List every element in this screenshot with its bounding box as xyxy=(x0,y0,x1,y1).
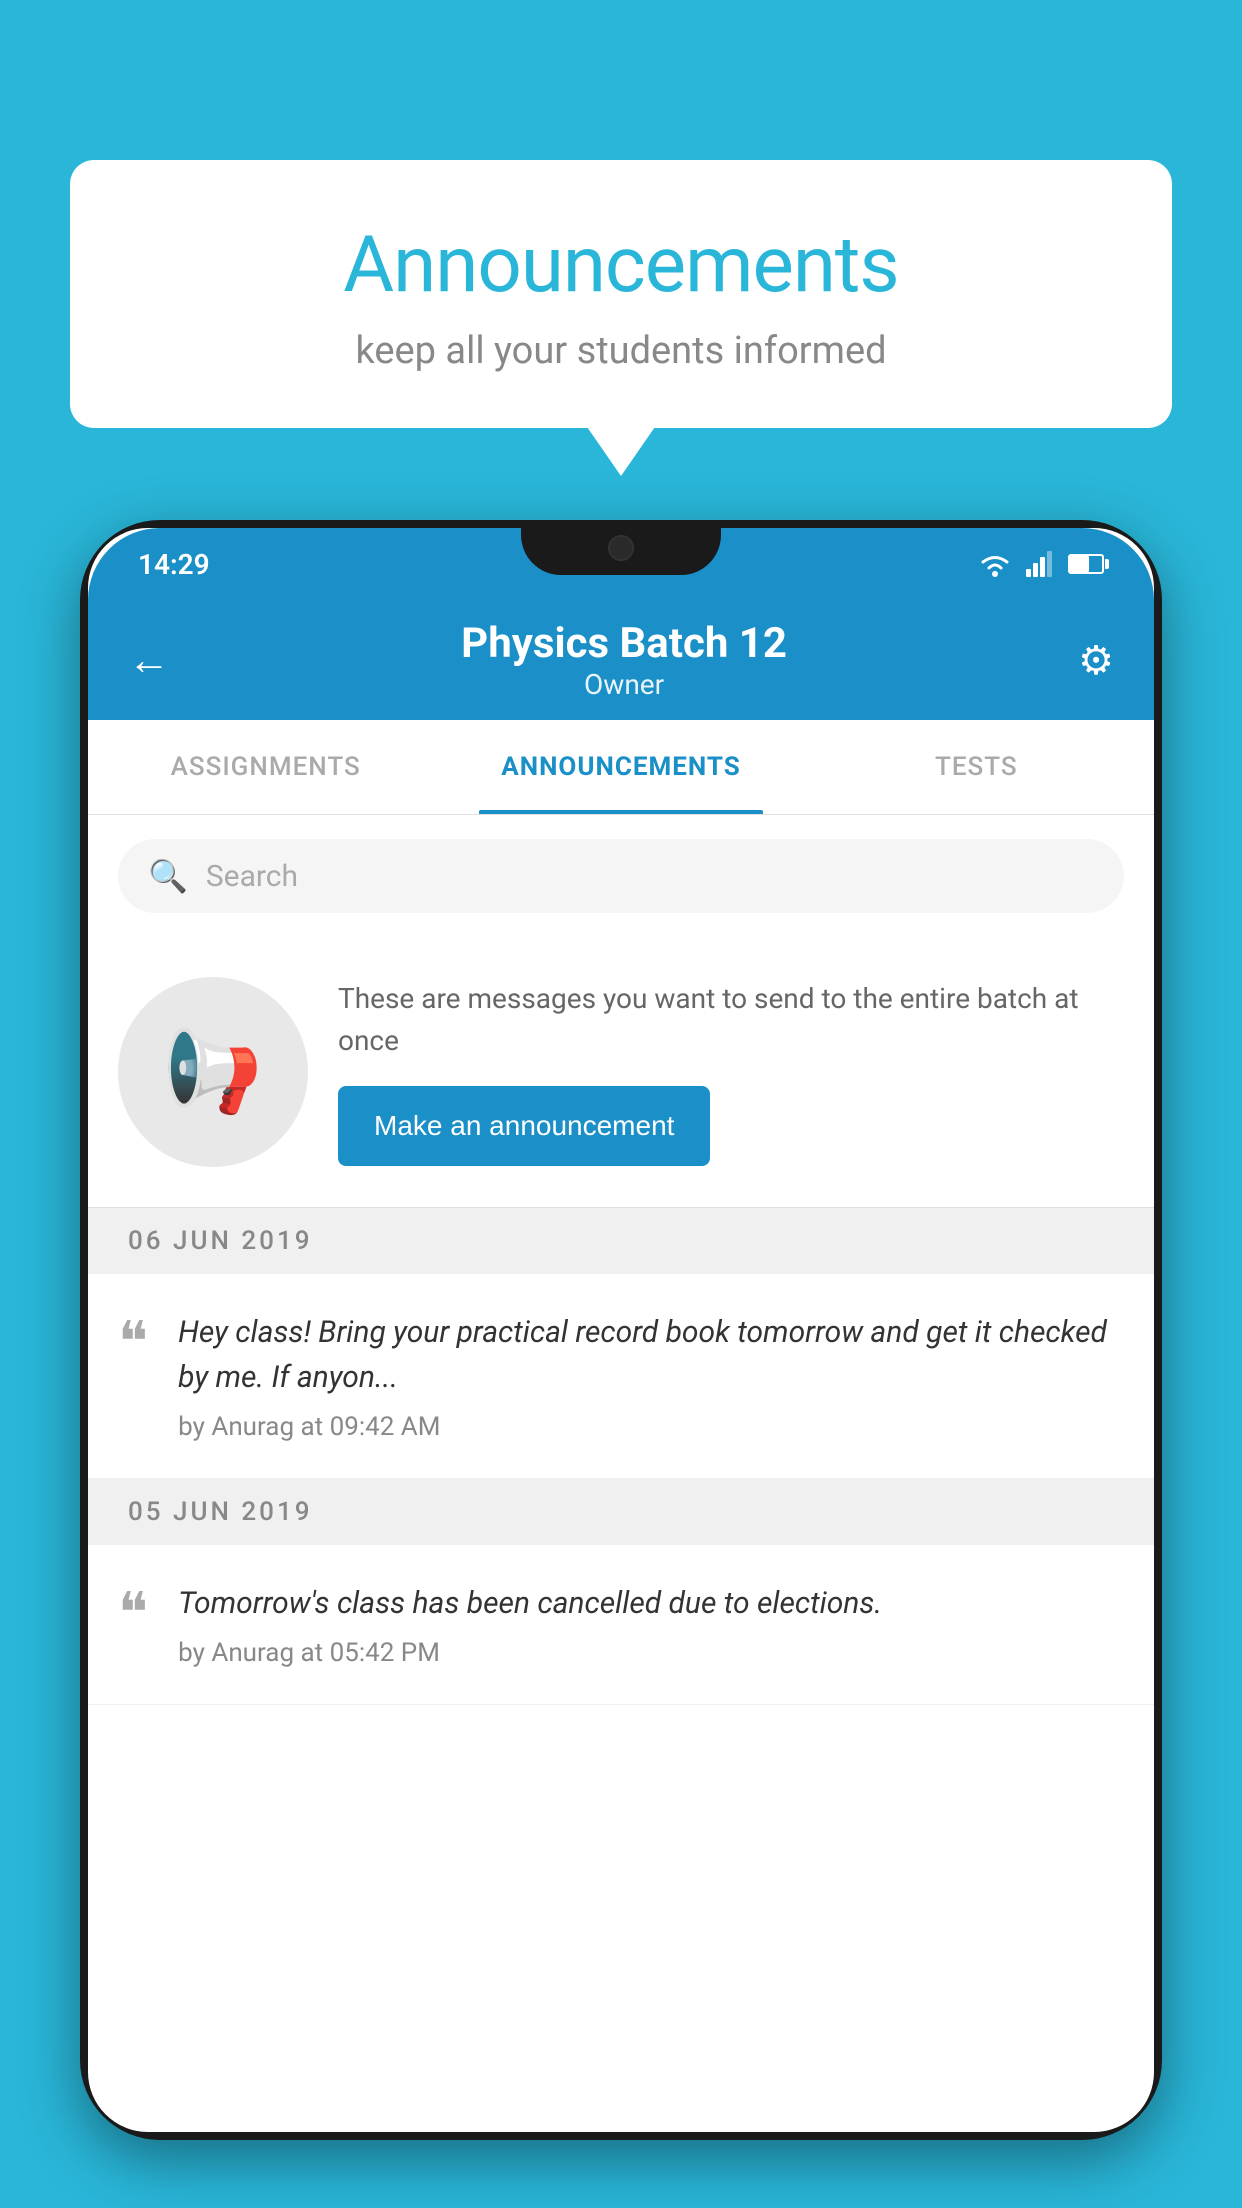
back-button[interactable]: ← xyxy=(128,636,170,685)
app-bar-title-section: Physics Batch 12 Owner xyxy=(200,619,1048,701)
phone-frame: 14:29 xyxy=(80,520,1162,2140)
battery-icon xyxy=(1068,554,1104,574)
tab-bar: ASSIGNMENTS ANNOUNCEMENTS TESTS xyxy=(88,720,1154,815)
announcement-item-2: ❝ Tomorrow's class has been cancelled du… xyxy=(88,1545,1154,1705)
speech-bubble-subtitle: keep all your students informed xyxy=(150,329,1092,373)
tab-tests[interactable]: TESTS xyxy=(799,720,1154,814)
search-container: 🔍 Search xyxy=(88,815,1154,937)
status-time: 14:29 xyxy=(138,548,210,581)
search-icon: 🔍 xyxy=(148,857,188,895)
announcement-message-1: Hey class! Bring your practical record b… xyxy=(178,1310,1124,1400)
speech-bubble-title: Announcements xyxy=(150,220,1092,311)
settings-icon[interactable]: ⚙ xyxy=(1078,637,1114,684)
phone-container: 14:29 xyxy=(80,520,1162,2208)
announcement-message-2: Tomorrow's class has been cancelled due … xyxy=(178,1581,1124,1626)
announcement-text-2: Tomorrow's class has been cancelled due … xyxy=(178,1581,1124,1668)
date-separator-1: 06 JUN 2019 xyxy=(88,1208,1154,1274)
phone-camera xyxy=(608,535,634,561)
promo-icon-circle: 📢 xyxy=(118,977,308,1167)
phone-notch xyxy=(521,520,721,575)
announcement-meta-2: by Anurag at 05:42 PM xyxy=(178,1638,1124,1668)
app-bar-subtitle: Owner xyxy=(200,668,1048,701)
speech-bubble-container: Announcements keep all your students inf… xyxy=(70,160,1172,428)
quote-icon-1: ❝ xyxy=(118,1314,148,1370)
promo-description: These are messages you want to send to t… xyxy=(338,978,1124,1062)
make-announcement-button[interactable]: Make an announcement xyxy=(338,1086,710,1166)
wifi-icon xyxy=(978,551,1012,577)
signal-icon xyxy=(1026,551,1054,577)
megaphone-icon: 📢 xyxy=(163,1025,263,1119)
status-icons xyxy=(978,551,1104,577)
speech-bubble: Announcements keep all your students inf… xyxy=(70,160,1172,428)
tab-assignments[interactable]: ASSIGNMENTS xyxy=(88,720,443,814)
search-placeholder: Search xyxy=(206,859,298,894)
app-bar: ← Physics Batch 12 Owner ⚙ xyxy=(88,600,1154,720)
tab-announcements[interactable]: ANNOUNCEMENTS xyxy=(443,720,798,814)
quote-icon-2: ❝ xyxy=(118,1585,148,1641)
phone-screen: 14:29 xyxy=(88,528,1154,2132)
app-bar-title: Physics Batch 12 xyxy=(200,619,1048,668)
announcement-text-1: Hey class! Bring your practical record b… xyxy=(178,1310,1124,1442)
promo-text-section: These are messages you want to send to t… xyxy=(338,978,1124,1166)
announcement-meta-1: by Anurag at 09:42 AM xyxy=(178,1412,1124,1442)
date-separator-2: 05 JUN 2019 xyxy=(88,1479,1154,1545)
search-bar[interactable]: 🔍 Search xyxy=(118,839,1124,913)
promo-section: 📢 These are messages you want to send to… xyxy=(88,937,1154,1208)
announcement-item-1: ❝ Hey class! Bring your practical record… xyxy=(88,1274,1154,1479)
